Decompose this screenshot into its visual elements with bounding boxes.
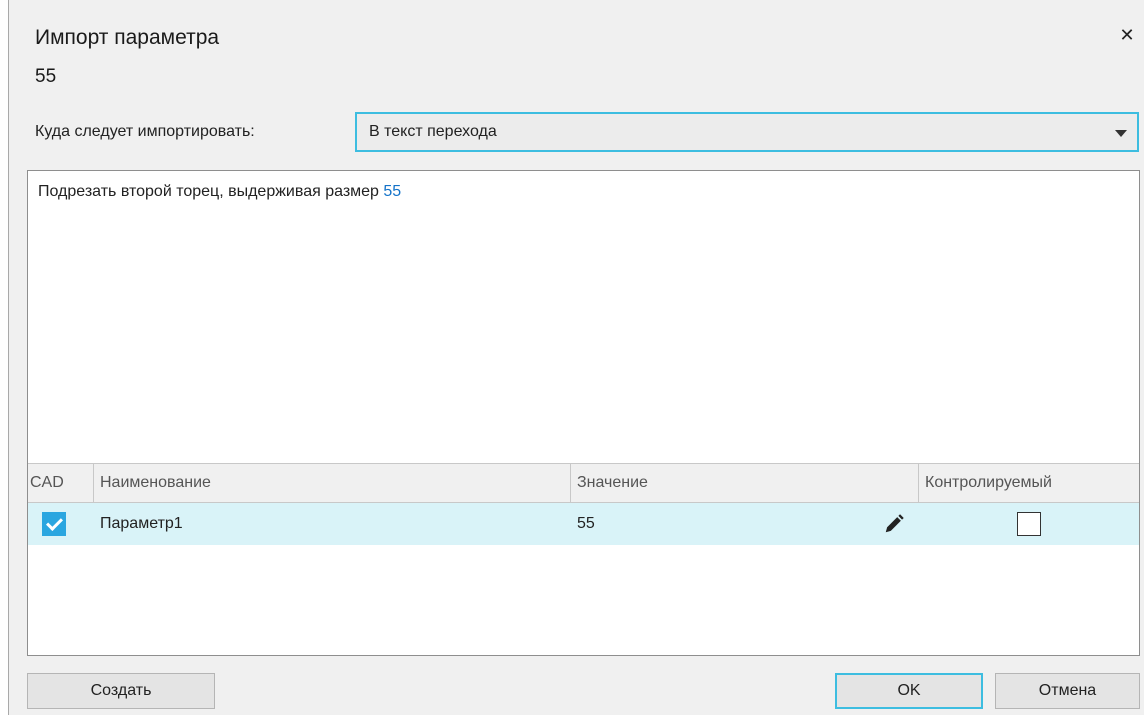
parameters-table: CAD Наименование Значение Контролируемый…: [28, 463, 1139, 545]
create-button[interactable]: Создать: [27, 673, 215, 709]
close-icon[interactable]: ✕: [1116, 24, 1138, 46]
parameter-value: 55: [35, 66, 57, 87]
content-panel: Подрезать второй торец, выдерживая разме…: [27, 170, 1140, 656]
pencil-icon[interactable]: [883, 513, 905, 535]
cad-cell: [28, 503, 94, 545]
cancel-button[interactable]: Отмена: [995, 673, 1140, 709]
column-header-value[interactable]: Значение: [571, 464, 919, 502]
controlled-checkbox[interactable]: [1017, 512, 1041, 536]
column-header-name[interactable]: Наименование: [94, 464, 571, 502]
dialog-title: Импорт параметра: [35, 26, 220, 49]
chevron-down-icon: [1115, 130, 1127, 137]
transition-text-area[interactable]: Подрезать второй торец, выдерживая разме…: [28, 171, 1139, 463]
table-row[interactable]: Параметр1 55: [28, 503, 1139, 545]
import-target-label: Куда следует импортировать:: [35, 123, 255, 140]
value-text: 55: [577, 515, 595, 532]
controlled-cell: [919, 503, 1139, 545]
import-target-value: В текст перехода: [369, 123, 497, 140]
name-cell: Параметр1: [100, 515, 183, 532]
imported-parameter-link[interactable]: 55: [383, 183, 401, 200]
import-target-select[interactable]: В текст перехода: [355, 112, 1139, 152]
cad-checkbox[interactable]: [42, 512, 66, 536]
column-header-cad[interactable]: CAD: [28, 464, 94, 502]
table-header: CAD Наименование Значение Контролируемый: [28, 463, 1139, 503]
transition-text: Подрезать второй торец, выдерживая разме…: [38, 183, 384, 200]
value-cell: 55: [571, 503, 919, 545]
import-parameter-dialog: Импорт параметра ✕ 55 Куда следует импор…: [8, 0, 1144, 715]
ok-button[interactable]: OK: [835, 673, 983, 709]
column-header-controlled[interactable]: Контролируемый: [919, 464, 1139, 502]
